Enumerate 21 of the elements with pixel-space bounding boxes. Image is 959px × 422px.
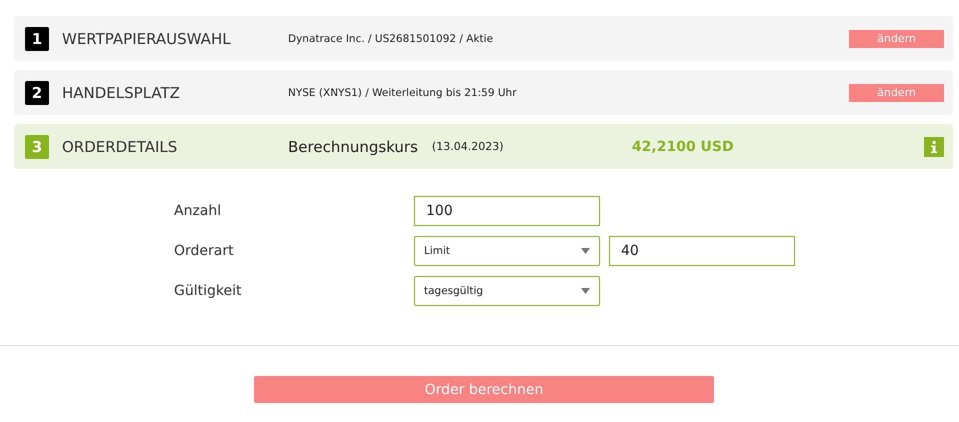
step-title: HANDELSPLATZ bbox=[62, 84, 181, 102]
field-label: Gültigkeit bbox=[174, 283, 242, 299]
dropdown[interactable]: tagesgültig bbox=[414, 276, 600, 306]
step-title: WERTPAPIERAUSWAHL bbox=[62, 30, 232, 48]
field-label: Orderart bbox=[174, 243, 235, 259]
caret-icon bbox=[581, 288, 590, 294]
step-number: 2 bbox=[25, 80, 49, 104]
step-number: 1 bbox=[25, 26, 49, 50]
dropdown[interactable]: Limit bbox=[414, 236, 600, 266]
step-title: ORDERDETAILS bbox=[62, 138, 178, 156]
caret-icon bbox=[581, 248, 590, 254]
step-detail: NYSE (XNYS1) / Weiterleitung bis 21:59 Uhr bbox=[288, 86, 518, 98]
price-value: 42,2100 USD bbox=[632, 138, 735, 154]
price-label: Berechnungskurs bbox=[288, 138, 418, 156]
price-date: (13.04.2023) bbox=[432, 140, 504, 153]
input-field[interactable]: 40 bbox=[609, 236, 795, 266]
input-field[interactable]: 100 bbox=[414, 196, 600, 226]
info-icon[interactable] bbox=[924, 136, 944, 156]
field-label: Anzahl bbox=[174, 203, 222, 219]
step-number: 3 bbox=[25, 134, 49, 158]
step-detail: Dynatrace Inc. / US2681501092 / Aktie bbox=[288, 32, 494, 44]
